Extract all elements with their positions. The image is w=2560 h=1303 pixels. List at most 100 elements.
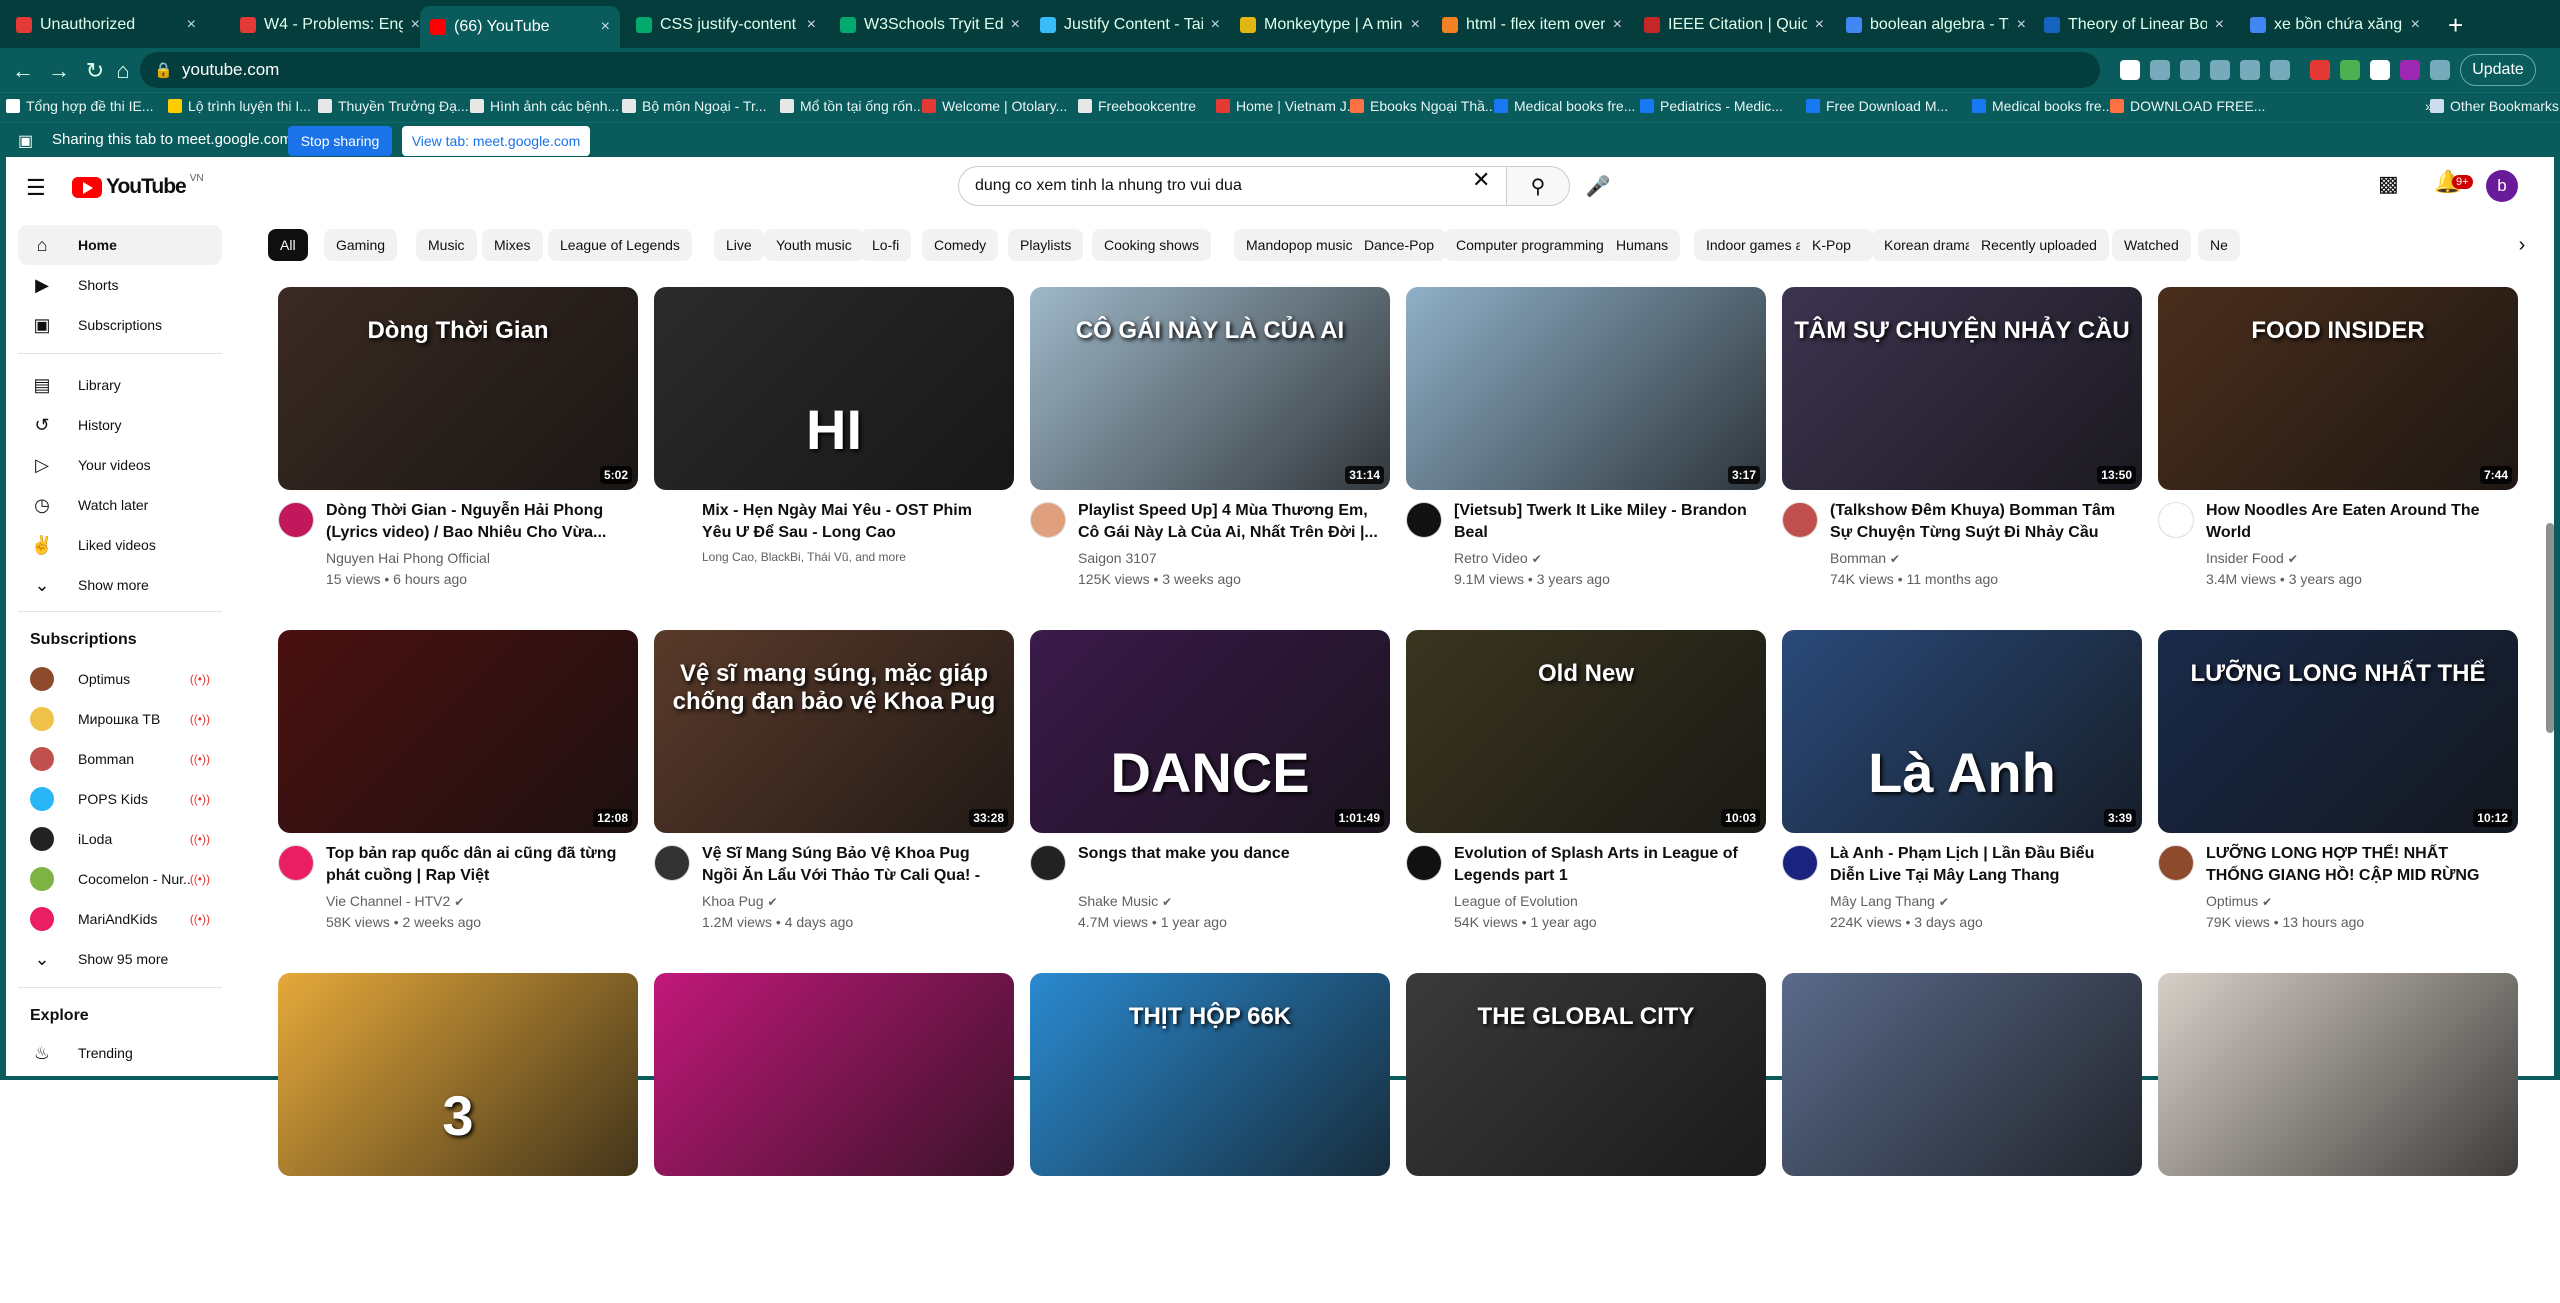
video-thumbnail[interactable]: FOOD INSIDER 7:44 <box>2158 287 2518 490</box>
bookmark-link[interactable]: Bộ môn Ngoại - Tr... <box>622 98 767 114</box>
close-tab-icon[interactable]: × <box>1411 16 1420 34</box>
home-icon[interactable]: ⌂ <box>108 56 138 86</box>
bookmark-link[interactable]: Medical books fre... <box>1494 98 1635 114</box>
video-thumbnail[interactable]: TÂM SỰ CHUYỆN NHẢY CẦU 13:50 <box>1782 287 2142 490</box>
filter-chip[interactable]: Dance-Pop <box>1352 229 1447 261</box>
show-more-subscriptions[interactable]: ⌄ Show 95 more <box>18 939 222 979</box>
video-thumbnail[interactable]: Vệ sĩ mang súng, mặc giáp chống đạn bảo … <box>654 630 1014 833</box>
video-title[interactable]: Là Anh - Phạm Lịch | Lần Đầu Biểu Diễn L… <box>1830 843 2130 887</box>
channel-avatar[interactable] <box>278 845 314 881</box>
bookmark-link[interactable]: Free Download M... <box>1806 98 1948 114</box>
video-card[interactable]: 3 <box>278 973 638 1303</box>
extension-icon[interactable] <box>2240 60 2260 80</box>
video-thumbnail[interactable]: Old New 10:03 <box>1406 630 1766 833</box>
video-thumbnail[interactable] <box>654 973 1014 1176</box>
filter-chip[interactable]: Gaming <box>324 229 398 261</box>
video-card[interactable] <box>654 973 1014 1303</box>
stop-sharing-button[interactable]: Stop sharing <box>288 126 392 156</box>
channel-avatar[interactable] <box>1406 502 1442 538</box>
bookmark-link[interactable]: Lộ trình luyện thi I... <box>168 98 311 114</box>
search-button[interactable]: ⚲ <box>1506 166 1570 206</box>
update-button[interactable]: Update <box>2460 54 2536 86</box>
video-title[interactable]: How Noodles Are Eaten Around The World <box>2206 500 2506 544</box>
close-tab-icon[interactable]: × <box>1613 16 1622 34</box>
back-icon[interactable]: ← <box>8 56 38 86</box>
browser-tab[interactable]: Unauthorized × <box>6 8 206 42</box>
video-thumbnail[interactable]: THE GLOBAL CITY <box>1406 973 1766 1176</box>
scrollbar-thumb[interactable] <box>2546 523 2554 733</box>
bookmark-link[interactable]: DOWNLOAD FREE... <box>2110 98 2265 114</box>
channel-avatar[interactable] <box>278 502 314 538</box>
bookmark-link[interactable]: Ebooks Ngoại Thầ... <box>1350 98 1497 114</box>
channel-name[interactable]: Shake Music ✔ <box>1078 893 1378 909</box>
filter-chip[interactable]: Humans <box>1604 229 1681 261</box>
video-title[interactable]: [Vietsub] Twerk It Like Miley - Brandon … <box>1454 500 1754 544</box>
sidebar-item-watch-later[interactable]: ◷ Watch later <box>18 485 222 525</box>
channel-avatar[interactable] <box>1782 502 1818 538</box>
channel-name[interactable]: Mây Lang Thang ✔ <box>1830 893 2130 909</box>
video-card[interactable]: Vệ sĩ mang súng, mặc giáp chống đạn bảo … <box>654 630 1014 960</box>
channel-name[interactable]: Khoa Pug ✔ <box>702 893 1002 909</box>
video-card[interactable]: CÔ GÁI NÀY LÀ CỦA AI 31:14 Playlist Speed … <box>1030 287 1390 617</box>
video-thumbnail[interactable]: 3 <box>278 973 638 1176</box>
sidebar-item-show-more[interactable]: ⌄ Show more <box>18 565 222 605</box>
video-thumbnail[interactable]: LƯỠNG LONG NHẤT THỂ 10:12 <box>2158 630 2518 833</box>
video-thumbnail[interactable] <box>1782 973 2142 1176</box>
close-tab-icon[interactable]: × <box>807 16 816 34</box>
browser-tab[interactable]: boolean algebra - Tim t × <box>1836 8 2036 42</box>
filter-chip[interactable]: Lo-fi <box>860 229 912 261</box>
sidebar-item-trending[interactable]: ♨ Trending <box>18 1033 222 1073</box>
filter-chip[interactable]: Youth music <box>764 229 864 261</box>
extension-icon[interactable] <box>2180 60 2200 80</box>
microphone-icon[interactable]: 🎤 <box>1578 166 1618 206</box>
sidebar-item-shorts[interactable]: ▶ Shorts <box>18 265 222 305</box>
video-card[interactable]: 3:17 [Vietsub] Twerk It Like Miley - Bran… <box>1406 287 1766 617</box>
filter-chip[interactable]: Music <box>416 229 477 261</box>
channel-avatar[interactable] <box>654 845 690 881</box>
video-card[interactable]: THE GLOBAL CITY <box>1406 973 1766 1303</box>
video-card[interactable]: DANCE 1:01:49 Songs that make you dance Sha… <box>1030 630 1390 960</box>
clear-search-icon[interactable]: ✕ <box>1472 167 1490 193</box>
video-thumbnail[interactable]: HI <box>654 287 1014 490</box>
google-icon[interactable] <box>2120 60 2140 80</box>
video-card[interactable]: TÂM SỰ CHUYỆN NHẢY CẦU 13:50 (Talkshow Đêm… <box>1782 287 2142 617</box>
video-card[interactable]: Là Anh 3:39 Là Anh - Phạm Lịch | Lần Đầu B… <box>1782 630 2142 960</box>
video-title[interactable]: Playlist Speed Up] 4 Mùa Thương Em, Cô G… <box>1078 500 1378 544</box>
hamburger-menu-icon[interactable]: ☰ <box>26 175 46 201</box>
channel-name[interactable]: Insider Food ✔ <box>2206 550 2506 566</box>
video-title[interactable]: Mix - Hẹn Ngày Mai Yêu - OST Phim Yêu Ư … <box>702 500 1002 544</box>
create-video-icon[interactable]: ▩ <box>2378 171 2399 197</box>
subscription-item[interactable]: Optimus ((•)) <box>18 659 222 699</box>
close-tab-icon[interactable]: × <box>601 18 610 36</box>
video-thumbnail[interactable]: CÔ GÁI NÀY LÀ CỦA AI 31:14 <box>1030 287 1390 490</box>
subscription-item[interactable]: POPS Kids ((•)) <box>18 779 222 819</box>
channel-name[interactable]: League of Evolution <box>1454 893 1754 909</box>
subscription-item[interactable]: MariAndKids ((•)) <box>18 899 222 939</box>
channel-name[interactable]: Nguyen Hai Phong Official <box>326 550 626 566</box>
channel-name[interactable]: Optimus ✔ <box>2206 893 2506 909</box>
extension-icon[interactable] <box>2210 60 2230 80</box>
video-title[interactable]: Vệ Sĩ Mang Súng Bảo Vệ Khoa Pug Ngồi Ăn … <box>702 843 1002 887</box>
bookmark-link[interactable]: Pediatrics - Medic... <box>1640 98 1783 114</box>
bookmark-link[interactable]: Welcome | Otolary... <box>922 98 1067 114</box>
filter-chip[interactable]: Live <box>714 229 764 261</box>
bookmark-link[interactable]: Medical books fre... <box>1972 98 2113 114</box>
youtube-logo[interactable]: YouTube VN <box>72 173 204 199</box>
channel-name[interactable]: Bomman ✔ <box>1830 550 2130 566</box>
channel-avatar[interactable] <box>1406 845 1442 881</box>
video-thumbnail[interactable]: THỊT HỘP 66K <box>1030 973 1390 1176</box>
filter-chip[interactable]: Computer programming <box>1444 229 1616 261</box>
video-card[interactable]: LƯỠNG LONG NHẤT THỂ 10:12 LƯỠNG LONG HỢP T… <box>2158 630 2518 960</box>
sidebar-item-history[interactable]: ↺ History <box>18 405 222 445</box>
filter-chip[interactable]: K-Pop <box>1800 229 1863 261</box>
video-title[interactable]: (Talkshow Đêm Khuya) Bomman Tâm Sự Chuyệ… <box>1830 500 2130 544</box>
channel-name[interactable]: Long Cao, BlackBi, Thái Vũ, and more <box>702 550 1002 564</box>
channel-avatar[interactable] <box>1782 845 1818 881</box>
close-tab-icon[interactable]: × <box>187 16 196 34</box>
search-input[interactable]: dung co xem tinh la nhung tro vui dua <box>958 166 1552 206</box>
video-thumbnail[interactable] <box>2158 973 2518 1176</box>
filter-chip[interactable]: Mandopop music <box>1234 229 1365 261</box>
filter-chip[interactable]: Ne <box>2198 229 2240 261</box>
bookmark-star-icon[interactable] <box>2270 60 2290 80</box>
browser-tab[interactable]: html - flex item overflow × <box>1432 8 1632 42</box>
